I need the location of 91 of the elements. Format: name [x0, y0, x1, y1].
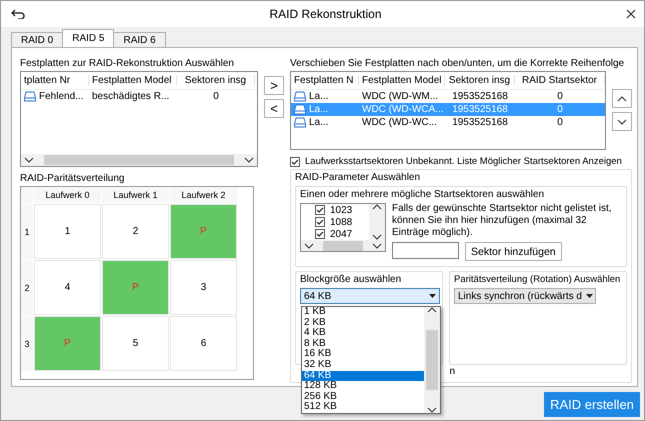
move-down-button[interactable] — [612, 112, 632, 131]
checkbox[interactable] — [315, 229, 325, 239]
grid-cell: 6 — [170, 316, 237, 371]
chevron-down-icon — [304, 242, 314, 248]
section-label: Verschieben Sie Festplatten nach oben/unten, um die Korrekte Reihenfolge — [290, 58, 626, 69]
section-label: RAID-Paritätsverteilung — [20, 173, 126, 184]
group-title: Blockgröße auswählen — [300, 274, 402, 285]
sector-value: 1088 — [330, 216, 352, 228]
table-cell-text: 0 — [556, 117, 564, 128]
scrollbar[interactable] — [21, 154, 257, 166]
section-label: Festplatten zur RAID-Rekonstruktion Auswählen — [20, 58, 235, 69]
block-size-select[interactable]: 64 KB — [300, 288, 440, 304]
table-cell-text: beschädigtes R... — [91, 91, 170, 102]
grid-cell: P — [34, 316, 101, 371]
table-cell: La... — [291, 117, 359, 128]
table-cell-text: 1953525168 — [451, 91, 509, 102]
table-cell-text: WDC (WD-WC... — [361, 117, 438, 128]
grid-cell: 4 — [34, 260, 101, 315]
scrollbar[interactable] — [424, 307, 440, 413]
grid-cell: P — [170, 204, 237, 259]
table-cell: La... — [291, 91, 359, 102]
table-row[interactable]: Fehlend... beschädigtes R... 0 — [21, 90, 257, 103]
grid-cell: 1 — [34, 204, 101, 259]
hint-text: Falls der gewünschte Startsektor nicht gelistet ist, können Sie ihn hier hinzufügen (maximal 32 Einträge möglich). — [392, 203, 613, 239]
scrollbar[interactable] — [301, 240, 385, 251]
table-cell: Fehlend... — [21, 91, 89, 102]
grid-cell: 3 — [170, 260, 237, 315]
column-header[interactable]: Festplatten N — [291, 75, 359, 86]
table-cell-text: 0 — [556, 91, 564, 102]
group-title: Einen oder mehrere mögliche Startsektoren auswählen — [300, 189, 546, 200]
grid-cell: 5 — [102, 316, 169, 371]
column-header[interactable]: tplatten Nr — [21, 75, 89, 86]
grid-cell: P — [102, 260, 169, 315]
table-cell-text: 1953525168 — [451, 104, 509, 115]
sector-value: 2047 — [330, 228, 352, 240]
tab[interactable]: RAID 5 — [62, 29, 114, 47]
scrollbar[interactable] — [369, 204, 385, 240]
grid-cell: 2 — [102, 204, 169, 259]
chevron-up-icon — [427, 307, 437, 313]
move-up-button[interactable] — [612, 89, 632, 108]
table-cell-text: WDC (WD-WCA... — [361, 104, 445, 115]
chevron-up-icon — [372, 204, 382, 210]
column-header[interactable]: Sektoren insg — [177, 75, 255, 86]
chevron-up-icon — [617, 96, 627, 102]
dropdown-option[interactable]: 64 KB — [302, 370, 424, 382]
sector-value: 1023 — [330, 204, 352, 216]
add-sector-button[interactable]: Sektor hinzufügen — [465, 242, 562, 261]
column-header: Laufwerk 2 — [170, 187, 237, 203]
group-title: Paritätsverteilung (Rotation) Auswählen — [454, 274, 622, 285]
checkbox[interactable] — [290, 156, 300, 166]
checkbox-label: Laufwerksstartsektoren Unbekannt. Liste Möglicher Startsektoren Anzeigen — [305, 156, 622, 167]
table-row[interactable]: La... WDC (WD-WC... 1953525168 0 — [291, 116, 605, 129]
column-header: Laufwerk 1 — [102, 187, 169, 203]
column-header[interactable]: Festplatten Model — [89, 75, 177, 86]
table-cell-text: WDC (WD-WM... — [361, 91, 440, 102]
partial-text: n — [449, 366, 455, 377]
row-header: 3 — [21, 316, 33, 371]
tab[interactable]: RAID 0 — [11, 32, 64, 47]
column-header: Laufwerk 0 — [34, 187, 101, 203]
dropdown-option[interactable]: 1 KB — [302, 307, 424, 318]
close-icon[interactable] — [626, 9, 636, 19]
row-header: 1 — [21, 204, 33, 259]
column-header[interactable]: Festplatten Model — [359, 75, 445, 86]
create-raid-button[interactable]: RAID erstellen — [544, 392, 640, 417]
dropdown-option[interactable]: 512 KB — [302, 402, 424, 413]
move-button[interactable]: > — [264, 76, 284, 95]
group-title: RAID-Parameter Auswählen — [295, 172, 422, 183]
rotation-select[interactable]: Links synchron (rückwärts d — [454, 288, 596, 304]
table-cell-text: 0 — [556, 104, 564, 115]
table-row[interactable]: La... WDC (WD-WM... 1953525168 0 — [291, 90, 605, 103]
row-header: 2 — [21, 260, 33, 315]
sector-input[interactable] — [392, 242, 459, 259]
table-cell-text: 1953525168 — [451, 117, 509, 128]
dropdown-caret-icon — [429, 294, 436, 298]
chevron-down-icon — [372, 242, 382, 248]
checkbox[interactable] — [315, 205, 325, 215]
checkbox[interactable] — [315, 217, 325, 227]
chevron-down-icon — [372, 234, 382, 240]
move-button[interactable]: < — [264, 99, 284, 118]
tab[interactable]: RAID 6 — [113, 32, 166, 47]
table-cell-text: 0 — [212, 91, 220, 102]
chevron-down-icon — [24, 157, 34, 163]
chevron-down-icon — [244, 157, 254, 163]
window-title: RAID Rekonstruktion — [269, 7, 382, 21]
chevron-down-icon — [427, 407, 437, 413]
chevron-down-icon — [617, 118, 627, 124]
dropdown-caret-icon — [586, 294, 593, 298]
back-arrow-icon[interactable] — [11, 9, 25, 19]
column-header[interactable]: Sektoren insg — [445, 75, 515, 86]
column-header[interactable]: RAID Startsektor — [515, 75, 605, 86]
table-cell: La... — [291, 104, 359, 115]
